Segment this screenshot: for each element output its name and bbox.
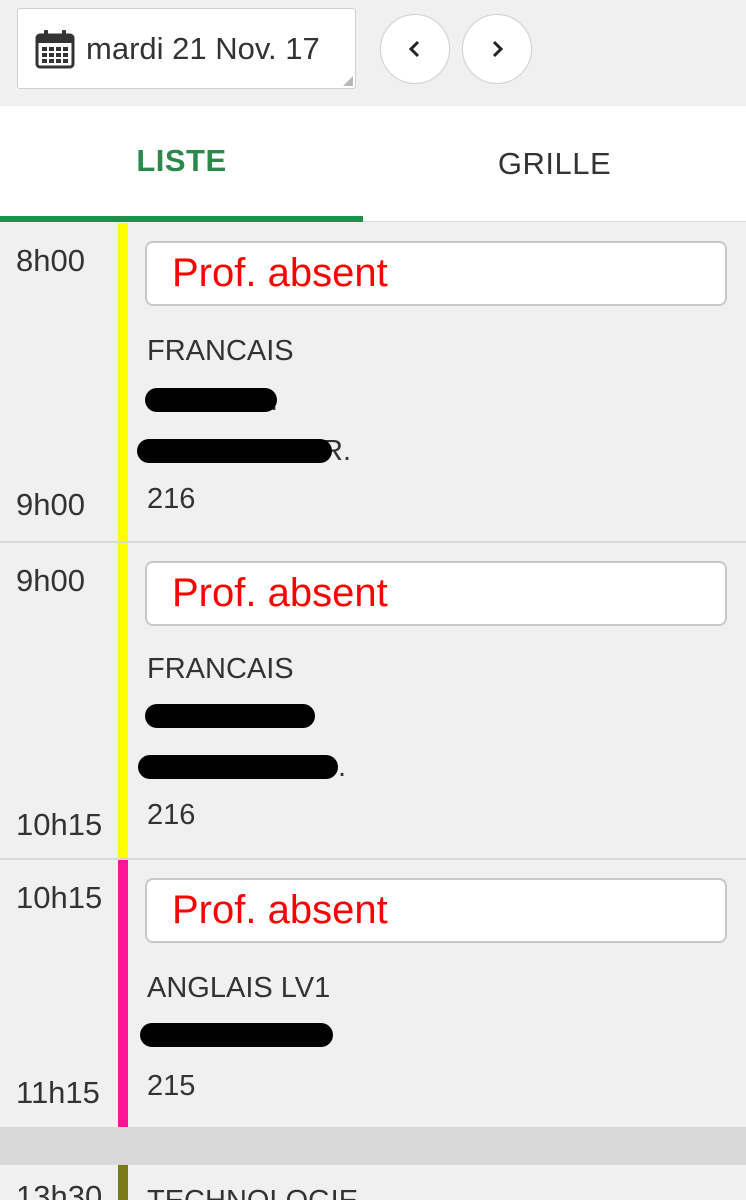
redaction-mark xyxy=(137,439,332,463)
tab-liste[interactable]: LISTE xyxy=(0,106,363,222)
lesson-end-time: 11h15 xyxy=(16,1075,100,1110)
lesson-card[interactable]: 8h00 9h00 Prof. absent FRANCAIS . R. 216 xyxy=(0,223,746,543)
break-gap xyxy=(0,1129,746,1165)
redaction-mark xyxy=(145,704,315,728)
date-picker-button[interactable]: mardi 21 Nov. 17 xyxy=(17,8,356,89)
redaction-mark xyxy=(138,755,338,779)
status-badge: Prof. absent xyxy=(145,878,727,943)
lesson-room: 216 xyxy=(147,799,196,831)
lesson-end-time: 9h00 xyxy=(16,487,85,522)
lesson-subject: FRANCAIS xyxy=(147,335,294,367)
lesson-start-time: 9h00 xyxy=(16,563,85,598)
chevron-left-icon xyxy=(408,40,420,58)
lesson-room: 215 xyxy=(147,1070,196,1102)
status-badge: Prof. absent xyxy=(145,241,727,306)
subject-color-bar xyxy=(118,1165,128,1200)
lesson-subject: TECHNOLOGIE xyxy=(147,1185,358,1200)
lesson-list: 8h00 9h00 Prof. absent FRANCAIS . R. 216… xyxy=(0,223,746,1200)
redaction-mark xyxy=(140,1023,333,1047)
lesson-group-suffix: . xyxy=(338,751,347,783)
lesson-start-time: 8h00 xyxy=(16,243,85,278)
lesson-subject: ANGLAIS LV1 xyxy=(147,972,331,1004)
lesson-start-time: 10h15 xyxy=(16,880,103,915)
subject-color-bar xyxy=(118,543,128,858)
status-badge: Prof. absent xyxy=(145,561,727,626)
redaction-mark xyxy=(145,388,277,412)
lesson-room: 216 xyxy=(147,483,196,515)
calendar-icon xyxy=(34,28,76,70)
tab-grille[interactable]: GRILLE xyxy=(363,106,746,222)
view-tabs: LISTE GRILLE xyxy=(0,106,746,222)
lesson-subject: FRANCAIS xyxy=(147,653,294,685)
previous-day-button[interactable] xyxy=(380,14,450,84)
chevron-right-icon xyxy=(492,40,504,58)
subject-color-bar xyxy=(118,860,128,1127)
lesson-card[interactable]: 13h30 TECHNOLOGIE xyxy=(0,1165,746,1200)
subject-color-bar xyxy=(118,223,128,541)
lesson-start-time: 13h30 xyxy=(16,1179,103,1200)
lesson-end-time: 10h15 xyxy=(16,807,103,842)
top-bar: mardi 21 Nov. 17 xyxy=(0,0,746,106)
next-day-button[interactable] xyxy=(462,14,532,84)
lesson-card[interactable]: 9h00 10h15 Prof. absent FRANCAIS . 216 xyxy=(0,543,746,860)
lesson-card[interactable]: 10h15 11h15 Prof. absent ANGLAIS LV1 215 xyxy=(0,860,746,1129)
date-label: mardi 21 Nov. 17 xyxy=(86,30,320,66)
